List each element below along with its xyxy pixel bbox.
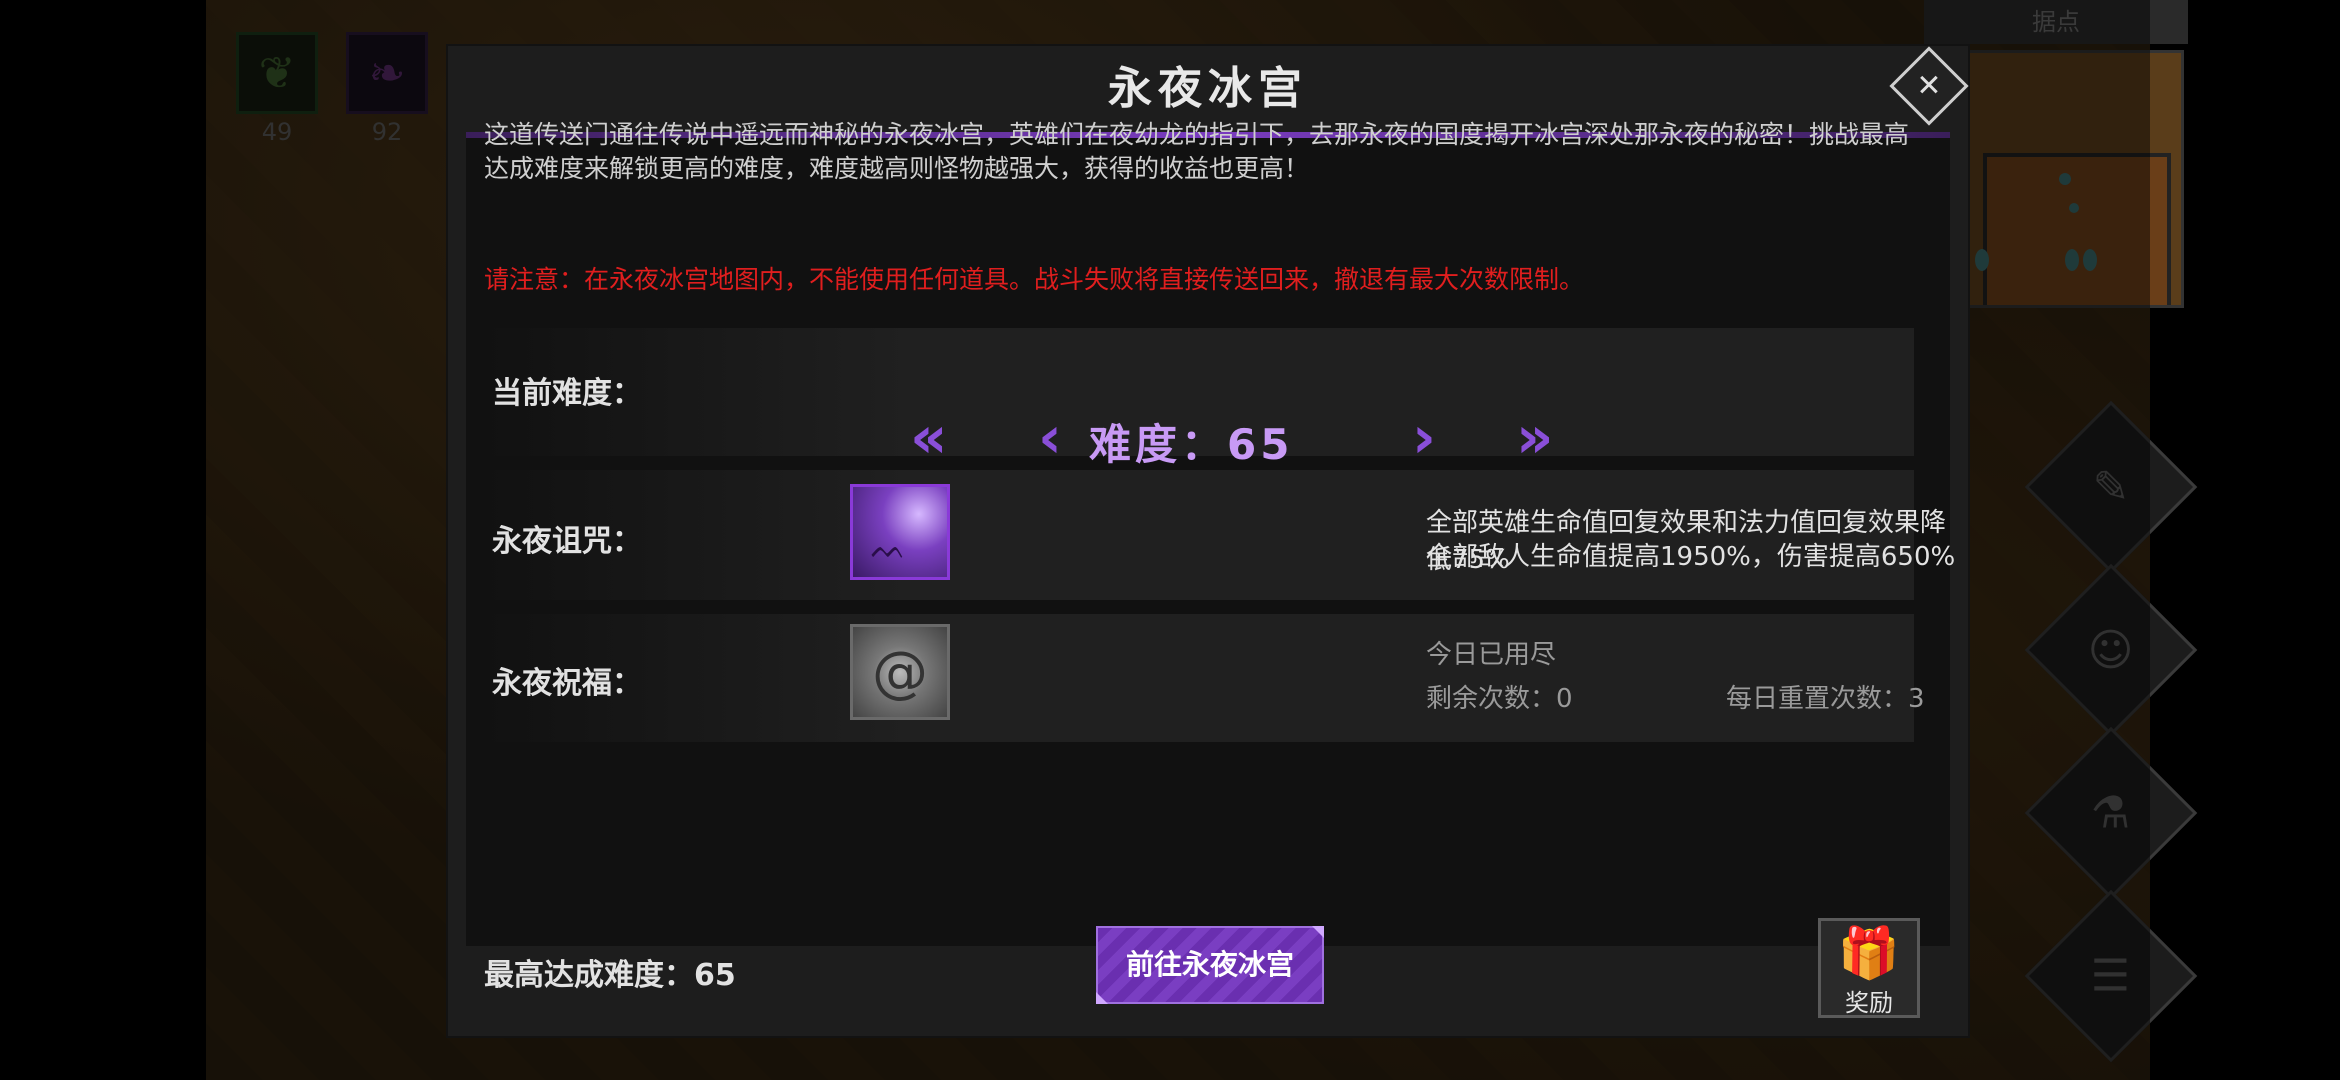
gift-icon: 🎁 [1837,924,1901,982]
bat-icon: ᨓ [871,531,907,566]
go-to-palace-button[interactable]: 前往永夜冰宫 [1096,926,1324,1004]
blessing-status: 今日已用尽 [1426,640,1557,670]
curse-icon[interactable]: ᨓ [850,484,950,580]
difficulty-prev-button[interactable]: ‹ [1038,408,1062,466]
swirl-icon[interactable]: @ [850,624,950,720]
close-icon: ✕ [1916,68,1942,104]
difficulty-label: 当前难度： [492,376,642,411]
difficulty-next-button[interactable]: › [1412,408,1436,466]
warning-text: 请注意：在永夜冰宫地图内，不能使用任何道具。战斗失败将直接传送回来，撤退有最大次… [484,265,1585,294]
reward-button[interactable]: 🎁 奖励 [1818,918,1920,1018]
difficulty-last-button[interactable]: » [1516,408,1553,466]
blessing-label: 永夜祝福： [492,666,642,701]
blessing-row: 永夜祝福： [484,614,1914,742]
max-difficulty: 最高达成难度：65 [484,958,736,993]
description-text: 这道传送门通往传说中遥远而神秘的永夜冰宫，英雄们在夜幼龙的指引下，去那永夜的国度… [484,120,1910,183]
blessing-remaining: 剩余次数：0 [1426,684,1573,714]
reward-label: 奖励 [1845,989,1893,1017]
eternal-night-palace-dialog: 永夜冰宫 ✕ 这道传送门通往传说中遥远而神秘的永夜冰宫，英雄们在夜幼龙的指引下，… [448,46,1969,1036]
blessing-daily-reset: 每日重置次数：3 [1726,684,1925,714]
curse-label: 永夜诅咒： [492,524,642,559]
difficulty-first-button[interactable]: « [910,408,947,466]
curse-effect-2: 全部敌人生命值提高1950%，伤害提高650% [1426,542,1956,572]
difficulty-value: 难度：65 [1089,420,1294,469]
